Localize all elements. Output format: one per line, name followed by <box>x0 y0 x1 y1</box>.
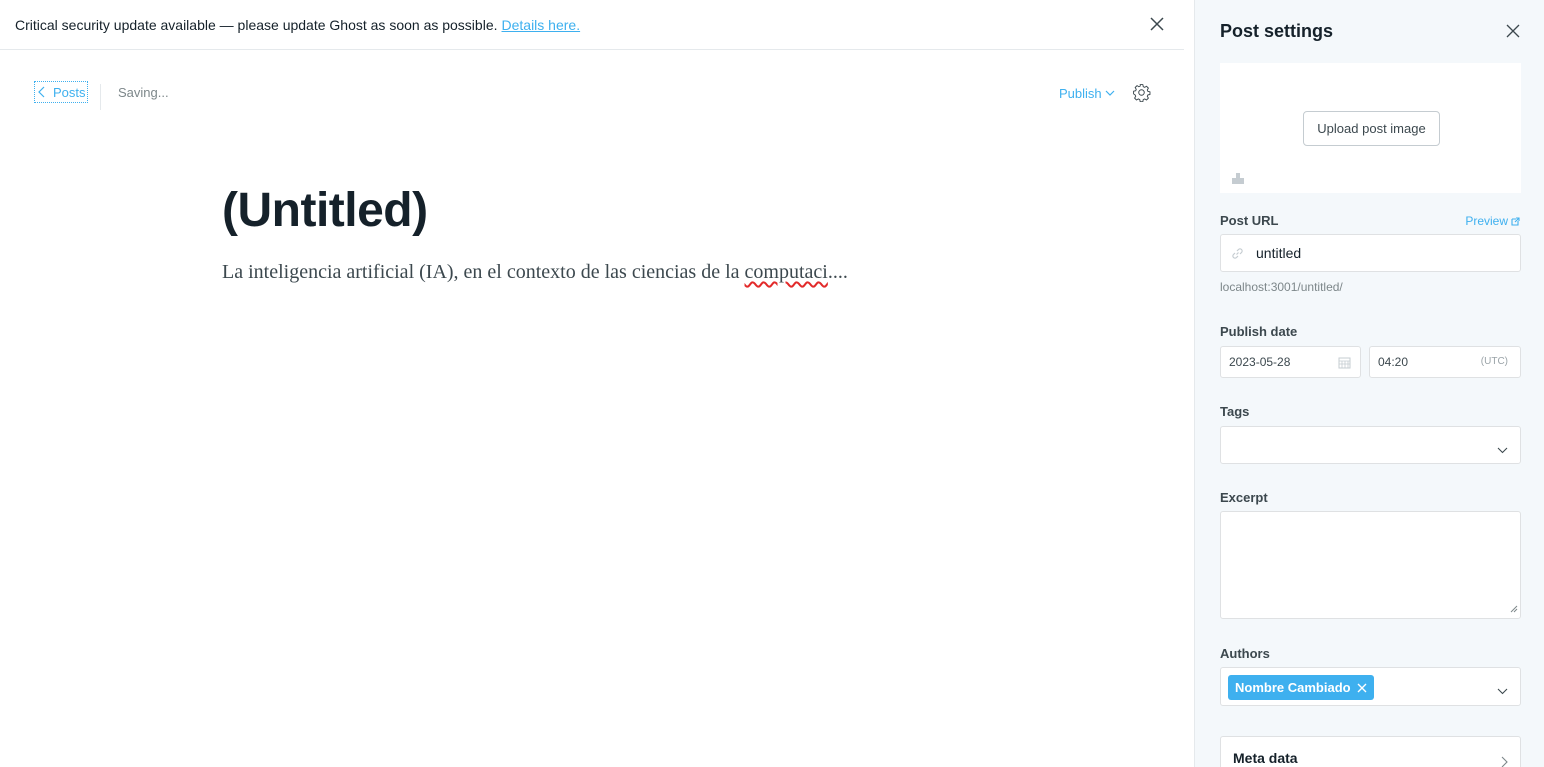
author-name: Nombre Cambiado <box>1235 680 1351 695</box>
publish-time-input[interactable]: 04:20 (UTC) <box>1369 346 1521 378</box>
excerpt-textarea[interactable] <box>1220 511 1521 619</box>
security-alert-banner: Critical security update available — ple… <box>0 0 1184 50</box>
author-token: Nombre Cambiado <box>1228 675 1374 700</box>
link-icon <box>1231 247 1244 263</box>
meta-data-section[interactable]: Meta data <box>1220 736 1521 767</box>
authors-label: Authors <box>1220 646 1270 661</box>
chevron-down-icon <box>1497 441 1508 457</box>
body-ellipsis: .... <box>827 261 848 283</box>
chevron-left-icon <box>38 86 45 98</box>
alert-message: Critical security update available — ple… <box>15 16 498 33</box>
post-url-label: Post URL <box>1220 213 1279 228</box>
post-title[interactable]: (Untitled) <box>222 184 428 238</box>
tags-select[interactable] <box>1220 426 1521 464</box>
publish-date-value: 2023-05-28 <box>1229 355 1291 369</box>
header-divider <box>100 84 101 110</box>
editor-area: Critical security update available — ple… <box>0 0 1194 767</box>
remove-author-icon[interactable] <box>1357 683 1367 693</box>
preview-label: Preview <box>1465 214 1508 228</box>
back-label: Posts <box>53 84 86 100</box>
chevron-down-icon <box>1105 90 1115 96</box>
calendar-icon[interactable] <box>1338 356 1351 372</box>
publish-menu-button[interactable]: Publish <box>1059 86 1115 101</box>
post-url-hint: localhost:3001/untitled/ <box>1220 280 1343 294</box>
timezone-label: (UTC) <box>1480 356 1508 367</box>
chevron-right-icon <box>1501 755 1508 767</box>
close-icon[interactable] <box>1506 24 1520 38</box>
gear-icon[interactable] <box>1132 83 1151 103</box>
close-icon[interactable] <box>1148 15 1166 33</box>
back-to-posts-link[interactable]: Posts <box>34 81 88 103</box>
misspelled-word: computaci <box>744 261 828 283</box>
external-link-icon <box>1511 216 1520 226</box>
excerpt-label: Excerpt <box>1220 490 1268 505</box>
post-url-input[interactable]: untitled <box>1220 234 1521 272</box>
body-text: La inteligencia artificial (IA), en el c… <box>222 261 745 283</box>
resize-handle-icon[interactable] <box>1509 600 1518 616</box>
post-image-box: Upload post image <box>1220 63 1521 193</box>
post-body[interactable]: La inteligencia artificial (IA), en el c… <box>222 258 848 286</box>
editor-header: Posts Saving... Publish <box>0 50 1184 134</box>
chevron-down-icon <box>1497 682 1508 698</box>
panel-title: Post settings <box>1220 21 1334 41</box>
meta-data-label: Meta data <box>1233 750 1298 766</box>
upload-post-image-button[interactable]: Upload post image <box>1303 111 1440 146</box>
preview-link[interactable]: Preview <box>1465 214 1520 228</box>
post-url-value: untitled <box>1256 245 1302 261</box>
publish-date-label: Publish date <box>1220 324 1298 339</box>
authors-select[interactable]: Nombre Cambiado <box>1220 667 1521 706</box>
alert-details-link[interactable]: Details here. <box>502 17 581 33</box>
publish-label: Publish <box>1059 86 1102 101</box>
tags-label: Tags <box>1220 404 1250 419</box>
publish-date-input[interactable]: 2023-05-28 <box>1220 346 1361 378</box>
save-status: Saving... <box>118 85 169 100</box>
image-placeholder-icon <box>1231 171 1245 190</box>
publish-time-value: 04:20 <box>1378 355 1409 369</box>
post-settings-panel: Post settings Upload post image Post URL… <box>1194 0 1544 767</box>
